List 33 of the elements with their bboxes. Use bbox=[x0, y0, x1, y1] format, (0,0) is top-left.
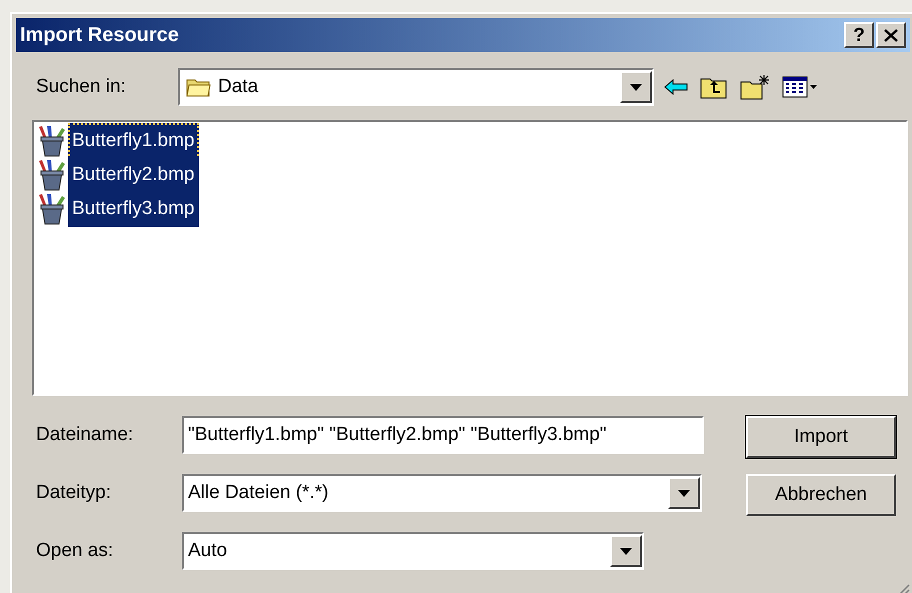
help-button[interactable]: ? bbox=[844, 22, 874, 48]
dropdown-arrow-button[interactable] bbox=[610, 535, 642, 567]
close-button[interactable] bbox=[876, 22, 906, 48]
dialog-button[interactable]: Abbrechen bbox=[746, 474, 896, 516]
new-folder-icon[interactable] bbox=[740, 74, 770, 100]
dialog-button[interactable]: Import bbox=[746, 416, 896, 458]
dropdown-field[interactable]: Alle Dateien (*.*) bbox=[182, 474, 702, 512]
field-value: Auto bbox=[188, 538, 228, 563]
pen-cup-icon bbox=[36, 193, 68, 225]
field-label: Open as: bbox=[36, 538, 114, 563]
dropdown-arrow-button[interactable] bbox=[668, 477, 700, 509]
file-item[interactable]: Butterfly2.bmp bbox=[68, 157, 198, 193]
field-label: Dateiname: bbox=[36, 422, 134, 447]
file-name-field[interactable]: "Butterfly1.bmp" "Butterfly2.bmp" "Butterfly3.bmp" bbox=[182, 416, 704, 454]
field-label: Dateityp: bbox=[36, 480, 112, 505]
dropdown-field[interactable]: Auto bbox=[182, 532, 644, 570]
close-icon bbox=[884, 28, 898, 42]
window-title: Import Resource bbox=[20, 23, 179, 48]
look-in-value: Data bbox=[218, 74, 258, 99]
view-menu-icon[interactable] bbox=[782, 76, 818, 98]
field-value: "Butterfly1.bmp" "Butterfly2.bmp" "Butterfly3.bmp" bbox=[188, 422, 607, 447]
look-in-dropdown[interactable]: Data bbox=[178, 68, 654, 106]
caret-icon bbox=[630, 84, 642, 90]
file-item[interactable]: Butterfly3.bmp bbox=[68, 191, 198, 227]
file-item[interactable]: Butterfly1.bmp bbox=[68, 123, 198, 159]
dropdown-arrow-button[interactable] bbox=[620, 71, 652, 103]
back-arrow-icon[interactable] bbox=[664, 79, 688, 95]
pen-cup-icon bbox=[36, 125, 68, 157]
look-in-label: Suchen in: bbox=[36, 74, 127, 99]
field-value: Alle Dateien (*.*) bbox=[188, 480, 328, 505]
pen-cup-icon bbox=[36, 159, 68, 191]
caret-icon bbox=[620, 548, 632, 554]
caret-icon bbox=[678, 490, 690, 496]
